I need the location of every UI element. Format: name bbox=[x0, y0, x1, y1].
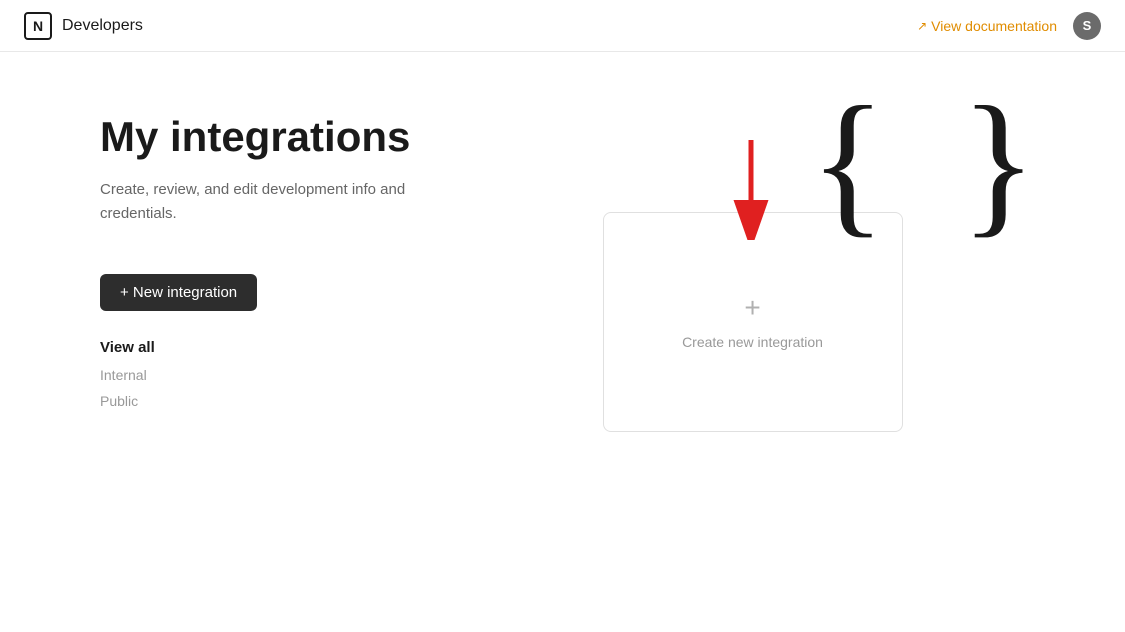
header-right: ↗ View documentation S bbox=[917, 12, 1101, 40]
create-integration-label: Create new integration bbox=[682, 334, 823, 350]
user-avatar[interactable]: S bbox=[1073, 12, 1101, 40]
view-docs-label: View documentation bbox=[931, 18, 1057, 34]
header-left: N Developers bbox=[24, 12, 143, 40]
user-initial: S bbox=[1083, 18, 1092, 33]
external-link-icon: ↗ bbox=[917, 19, 927, 33]
create-integration-card[interactable]: + Create new integration bbox=[603, 212, 903, 432]
main-content: My integrations Create, review, and edit… bbox=[0, 52, 1125, 432]
logo-letter: N bbox=[33, 18, 43, 34]
nav-section: View all Internal Public bbox=[100, 335, 523, 412]
close-brace: } bbox=[960, 73, 1045, 251]
left-section: My integrations Create, review, and edit… bbox=[100, 112, 523, 432]
notion-logo: N bbox=[24, 12, 52, 40]
nav-item-internal[interactable]: Internal bbox=[100, 364, 523, 386]
page-description: Create, review, and edit development inf… bbox=[100, 178, 440, 226]
new-integration-button[interactable]: + New integration bbox=[100, 274, 257, 311]
plus-icon: + bbox=[744, 294, 760, 322]
right-section: + Create new integration { } bbox=[603, 112, 1026, 432]
app-title: Developers bbox=[62, 17, 143, 35]
nav-item-view-all[interactable]: View all bbox=[100, 335, 523, 360]
view-docs-link[interactable]: ↗ View documentation bbox=[917, 18, 1057, 34]
nav-item-public[interactable]: Public bbox=[100, 390, 523, 412]
app-header: N Developers ↗ View documentation S bbox=[0, 0, 1125, 52]
sidebar-nav: + New integration View all Internal Publ… bbox=[100, 274, 523, 412]
page-title: My integrations bbox=[100, 112, 523, 162]
